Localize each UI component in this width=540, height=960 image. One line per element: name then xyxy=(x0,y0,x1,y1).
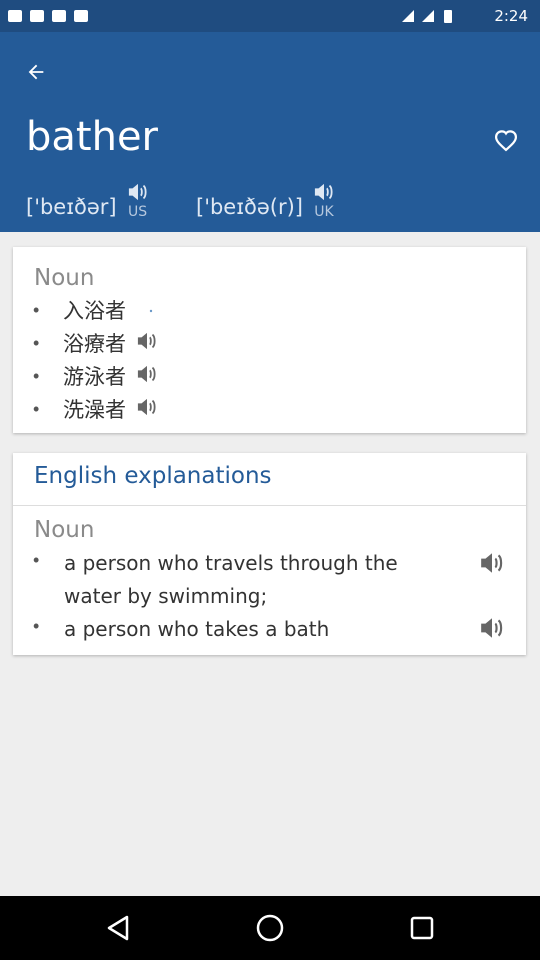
speaker-icon xyxy=(128,183,147,201)
translation-text: 浴療者 xyxy=(63,332,126,356)
part-of-speech: Noun xyxy=(34,265,95,291)
speaker-icon xyxy=(137,365,156,382)
heart-icon xyxy=(494,130,518,152)
translation-item: • 浴療者 xyxy=(33,328,158,358)
system-navigation-bar xyxy=(0,896,540,960)
arrow-left-icon xyxy=(28,64,44,80)
bullet: • xyxy=(33,332,40,353)
nav-recents-button[interactable] xyxy=(406,912,438,944)
translation-item: • 游泳者 xyxy=(33,361,158,391)
speaker-button[interactable] xyxy=(136,364,158,389)
pronunciation-uk[interactable]: ['beɪðə(r)] UK xyxy=(196,182,335,220)
translation-text: 游泳者 xyxy=(63,365,126,389)
region-uk: UK xyxy=(314,204,334,220)
word-title: bather xyxy=(26,114,158,160)
explanation-line: a person who travels through the xyxy=(64,551,398,575)
bullet: • xyxy=(33,550,40,570)
pronunciation-us[interactable]: ['beɪðər] US xyxy=(26,182,149,220)
app-bar: bather ['beɪðər] US ['beɪðə(r)] UK xyxy=(0,32,540,232)
explanation-line: a person who takes a bath xyxy=(64,617,330,641)
system-icons xyxy=(400,8,460,29)
circle-home-icon xyxy=(256,914,284,942)
nav-home-button[interactable] xyxy=(254,912,286,944)
speaker-button[interactable] xyxy=(479,551,505,580)
part-of-speech: Noun xyxy=(34,517,95,543)
bullet: • xyxy=(33,299,40,320)
ipa-us: ['beɪðər] xyxy=(26,195,117,219)
speaker-icon xyxy=(137,398,156,415)
region-us: US xyxy=(128,204,148,220)
speaker-icon xyxy=(137,332,156,349)
bullet: • xyxy=(33,616,40,636)
square-recents-icon xyxy=(410,916,434,940)
speaker-button[interactable] xyxy=(479,616,505,645)
explanation-line: water by swimming; xyxy=(64,584,268,608)
back-button[interactable] xyxy=(18,54,54,90)
bullet: • xyxy=(33,365,40,386)
english-explanations-card: English explanations Noun • a person who… xyxy=(13,453,526,655)
status-time: 2:24 xyxy=(494,7,528,25)
triangle-back-icon xyxy=(107,915,129,941)
speaker-button[interactable] xyxy=(136,397,158,422)
translation-text: 入浴者 xyxy=(63,299,126,323)
section-title: English explanations xyxy=(34,463,272,489)
loading-indicator xyxy=(148,301,154,319)
speaker-button[interactable] xyxy=(136,331,158,356)
divider xyxy=(13,505,526,506)
status-bar: 2:24 xyxy=(0,0,540,32)
favorite-button[interactable] xyxy=(486,120,526,160)
speaker-icon xyxy=(481,553,503,573)
translation-item: • 入浴者 xyxy=(33,295,154,325)
speaker-icon xyxy=(314,183,333,201)
nav-back-button[interactable] xyxy=(102,912,134,944)
ipa-uk: ['beɪðə(r)] xyxy=(196,195,303,219)
translation-item: • 洗澡者 xyxy=(33,394,158,424)
translation-card: Noun • 入浴者 • 浴療者 • 游泳者 • 洗澡者 xyxy=(13,247,526,433)
translation-text: 洗澡者 xyxy=(63,398,126,422)
bullet: • xyxy=(33,398,40,419)
notification-icons xyxy=(8,8,98,29)
speaker-icon xyxy=(481,618,503,638)
